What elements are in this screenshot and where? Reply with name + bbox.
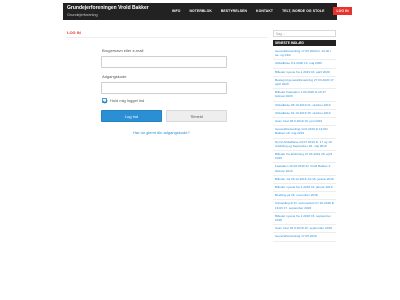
main-nav: INFO NOTERBLOK BESTYRELSEN KONTAKT TELT,… [172,7,361,15]
recent-post-link[interactable]: Billeder nyeste fra 1.2018 16. januar 20… [273,184,336,193]
recent-post-link[interactable]: Afskaffelse 01.10.2019 15. oktober 2019 [273,110,336,119]
recent-post-link[interactable]: Billeder Jul 25.12.2018 Jul 15. januar 2… [273,176,336,185]
username-input[interactable] [101,56,227,68]
recent-posts-title: SENESTE INDLÆG [273,40,336,46]
nav-item-kontakt[interactable]: KONTAKT [256,9,273,15]
recent-post-link[interactable]: Billeder nyeste fra 1.2018 15. september… [273,213,336,226]
login-button[interactable]: Log ind [101,110,162,122]
remember-label: Hold mig logget ind [110,98,145,103]
username-label: Brugernavn eller e-mail [102,48,144,53]
site-description: Grundejerforening [67,13,98,17]
search-input[interactable]: Søg ... [273,30,336,37]
recent-post-link[interactable]: Generalforsamling 14.5.2019 kl 19.00 i B… [273,126,336,139]
remember-checkbox[interactable] [102,98,107,103]
recent-post-link[interactable]: Fastelavn 10.03.2019 for Vrold Bakker 4.… [273,163,336,176]
recent-post-link[interactable]: Generalforsamling 17.05.2018 [273,233,336,242]
page: Grundejerforeningen Vrold Bakker Grundej… [0,0,400,300]
search-placeholder: Søg ... [276,32,286,36]
site-title[interactable]: Grundejerforeningen Vrold Bakker [67,5,149,11]
register-button[interactable]: Tilmeld [166,110,227,122]
recent-post-link[interactable]: Billeder nyeste fra 1.2019 16. april 202… [273,69,336,77]
recent-post-link[interactable]: Grøn Vest 29.9.2018 15. september 2018 [273,225,336,234]
nav-item-noterblok[interactable]: NOTERBLOK [190,9,212,15]
remember-me[interactable]: Hold mig logget ind [102,98,144,103]
header: Grundejerforeningen Vrold Bakker Grundej… [0,0,400,24]
password-input[interactable] [101,82,227,94]
nav-item-bestyrelsen[interactable]: BESTYRELSEN [221,9,247,15]
password-label: Adgangskode [102,74,127,79]
recent-post-link[interactable]: Grøn Vest 28.6.2019 16. juni 2019 [273,118,336,127]
recent-post-link[interactable]: Afskaffelse 0.2-2020 13. maj 2020 [273,60,336,69]
nav-item-info[interactable]: INFO [172,9,181,15]
recent-post-link[interactable]: Udmelding til Kr. sommerfest 27.10.2018 … [273,200,336,213]
recent-posts-list: Generalforsamling 17.05.2020 kl. 19.00 i… [273,48,336,242]
recent-post-link[interactable]: Billeder Fastelavn 1.03.2020 kl.10 27. f… [273,89,336,102]
recent-post-link[interactable]: Bindling-jul 26. november 2018 [273,192,336,201]
nav-item-login[interactable]: LOG IN [333,7,352,15]
recent-post-link[interactable]: Beslag til generalforsamling 27.03.2020 … [273,77,336,90]
recent-post-link[interactable]: Generalforsamling 17.05.2020 kl. 19.00 i… [273,48,336,61]
recent-post-link[interactable]: Nyt til Afskaffelse 23.07.2019 kl. 17 og… [273,139,336,152]
title-divider [66,37,268,38]
forgot-password-link[interactable]: Har du glemt din adgangskode? [133,130,190,135]
recent-post-link[interactable]: Billeder fra afslutning 27.04.2019 28. a… [273,151,336,164]
page-title: LOG IN [67,30,81,35]
nav-item-telt[interactable]: TELT, BORDE OG STOLE [282,9,324,15]
recent-post-link[interactable]: Afskaffelse 28.10.2019 21. oktober 2019 [273,102,336,110]
